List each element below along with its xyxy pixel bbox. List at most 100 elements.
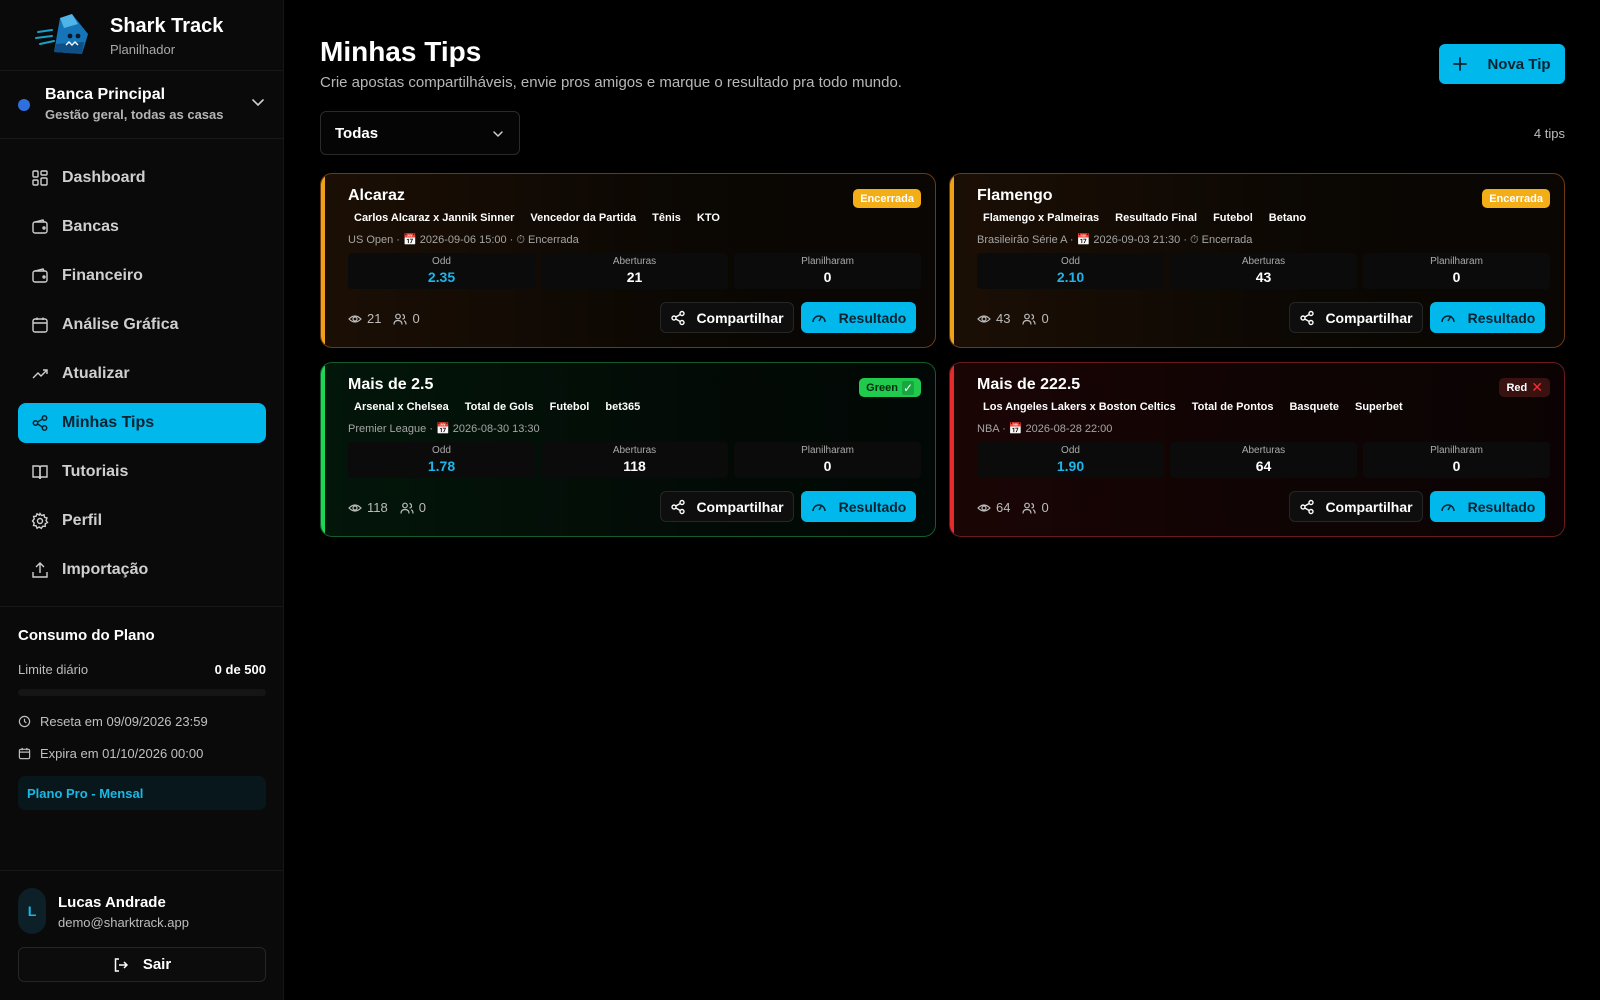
tag-match: Carlos Alcaraz x Jannik Sinner	[354, 212, 515, 224]
share-button[interactable]: Compartilhar	[1289, 491, 1423, 522]
stat-planilharam: Planilharam 0	[734, 253, 921, 289]
shark-logo-icon	[35, 14, 88, 54]
gauge-icon	[811, 314, 826, 322]
stat-odd: Odd 2.35	[348, 253, 535, 289]
tip-footer: 64 0	[977, 500, 1049, 515]
stat-odd: Odd 1.78	[348, 442, 535, 478]
views-count: 118	[348, 500, 388, 515]
result-button[interactable]: Resultado	[801, 491, 916, 522]
plan-progress-bar	[18, 689, 266, 696]
sidebar-item-importacao[interactable]: Importação	[18, 550, 266, 590]
tip-tags: Arsenal x Chelsea Total de Gols Futebol …	[348, 400, 650, 414]
bank-description: Gestão geral, todas as casas	[45, 107, 224, 122]
tip-meta: Premier League · 📅 2026-08-30 13:30	[348, 423, 540, 435]
views-count: 43	[977, 311, 1010, 326]
tip-meta: US Open · 📅 2026-09-06 15:00 · ⏱ Encerra…	[348, 234, 579, 246]
sidebar-item-tutoriais[interactable]: Tutoriais	[18, 452, 266, 492]
sidebar-item-perfil[interactable]: Perfil	[18, 501, 266, 541]
stat-aberturas: Aberturas 118	[541, 442, 728, 478]
sidebar-item-analise-grafica[interactable]: Análise Gráfica	[18, 305, 266, 345]
tip-card[interactable]: Mais de 222.5 Red ✕ Los Angeles Lakers x …	[949, 362, 1565, 537]
stat-aberturas: Aberturas 21	[541, 253, 728, 289]
upload-icon	[32, 562, 48, 578]
share-icon	[671, 310, 686, 325]
brand[interactable]: Shark Track Planilhador	[34, 12, 223, 58]
eye-icon	[348, 503, 362, 512]
users-count: 0	[1022, 500, 1049, 515]
sidebar-item-label: Importação	[62, 561, 149, 578]
clock-icon	[18, 715, 31, 728]
card-accent	[321, 363, 325, 536]
grid-icon	[32, 170, 48, 186]
logout-button[interactable]: Sair	[18, 947, 266, 982]
page-subtitle: Crie apostas compartilháveis, envie pros…	[320, 74, 902, 91]
card-accent	[950, 174, 954, 347]
book-icon	[32, 465, 48, 480]
divider	[0, 870, 284, 871]
gear-icon	[31, 512, 49, 530]
tag-market: Total de Gols	[464, 401, 534, 413]
plan-badge[interactable]: Plano Pro - Mensal	[18, 776, 266, 810]
sidebar-item-label: Perfil	[62, 512, 103, 529]
sidebar-item-label: Tutoriais	[62, 463, 129, 480]
tip-card[interactable]: Flamengo Encerrada Flamengo x Palmeiras …	[949, 173, 1565, 348]
share-icon	[1300, 499, 1315, 514]
page-title: Minhas Tips	[320, 36, 482, 67]
tag-match: Flamengo x Palmeiras	[983, 212, 1100, 224]
tip-meta: NBA · 📅 2026-08-28 22:00	[977, 423, 1113, 435]
tag-sport: Futebol	[549, 401, 590, 413]
eye-icon	[348, 314, 362, 323]
plan-reset: Reseta em 09/09/2026 23:59	[18, 714, 266, 729]
result-button[interactable]: Resultado	[1430, 302, 1545, 333]
stat-odd: Odd 1.90	[977, 442, 1164, 478]
calendar-icon	[18, 747, 31, 760]
eye-icon	[977, 503, 991, 512]
tag-bookmaker: Betano	[1268, 212, 1307, 224]
plan-expire: Expira em 01/10/2026 00:00	[18, 746, 266, 761]
tag-bookmaker: bet365	[605, 401, 641, 413]
tip-footer: 43 0	[977, 311, 1049, 326]
result-button[interactable]: Resultado	[801, 302, 916, 333]
stat-planilharam: Planilharam 0	[1363, 442, 1550, 478]
tip-tags: Los Angeles Lakers x Boston Celtics Tota…	[977, 400, 1413, 414]
chevron-down-icon	[493, 131, 503, 138]
tip-card[interactable]: Alcaraz Encerrada Carlos Alcaraz x Janni…	[320, 173, 936, 348]
calendar-icon	[32, 317, 48, 333]
result-button[interactable]: Resultado	[1430, 491, 1545, 522]
sidebar-item-dashboard[interactable]: Dashboard	[18, 158, 266, 198]
bank-name: Banca Principal	[45, 86, 166, 103]
tip-footer: 118 0	[348, 500, 426, 515]
eye-icon	[977, 314, 991, 323]
stat-planilharam: Planilharam 0	[1363, 253, 1550, 289]
brand-name: Shark Track	[110, 15, 224, 37]
chevron-down-icon	[252, 99, 264, 107]
sidebar-item-financeiro[interactable]: Financeiro	[18, 256, 266, 296]
plan-limit-label: Limite diário	[18, 662, 89, 677]
stat-aberturas: Aberturas 64	[1170, 442, 1357, 478]
tip-stats: Odd 1.78 Aberturas 118 Planilharam 0	[348, 442, 924, 478]
users-icon	[400, 502, 414, 514]
status-badge: Green ✓	[859, 378, 921, 397]
user-profile[interactable]: L Lucas Andrade demo@sharktrack.app	[18, 888, 266, 934]
share-button[interactable]: Compartilhar	[660, 302, 794, 333]
users-icon	[1022, 313, 1037, 325]
tag-market: Resultado Final	[1115, 212, 1198, 224]
tip-card[interactable]: Mais de 2.5 Green ✓ Arsenal x Chelsea Tot…	[320, 362, 936, 537]
sidebar-item-minhas-tips[interactable]: Minhas Tips	[18, 403, 266, 443]
sidebar-item-label: Atualizar	[62, 365, 130, 382]
sidebar-item-label: Minhas Tips	[62, 414, 155, 431]
new-tip-button[interactable]: Nova Tip	[1439, 44, 1565, 84]
wallet-icon	[32, 268, 48, 283]
sidebar-item-atualizar[interactable]: Atualizar	[18, 354, 266, 394]
sidebar-item-bancas[interactable]: Bancas	[18, 207, 266, 247]
tip-tags: Carlos Alcaraz x Jannik Sinner Vencedor …	[348, 211, 730, 225]
card-accent	[321, 174, 325, 347]
bank-selector[interactable]: Banca Principal Gestão geral, todas as c…	[18, 86, 266, 126]
share-button[interactable]: Compartilhar	[1289, 302, 1423, 333]
status-filter-select[interactable]: Todas	[320, 111, 520, 155]
sidebar-item-label: Análise Gráfica	[62, 316, 179, 333]
tip-stats: Odd 2.35 Aberturas 21 Planilharam 0	[348, 253, 924, 289]
share-button[interactable]: Compartilhar	[660, 491, 794, 522]
stat-odd: Odd 2.10	[977, 253, 1164, 289]
tip-stats: Odd 2.10 Aberturas 43 Planilharam 0	[977, 253, 1553, 289]
